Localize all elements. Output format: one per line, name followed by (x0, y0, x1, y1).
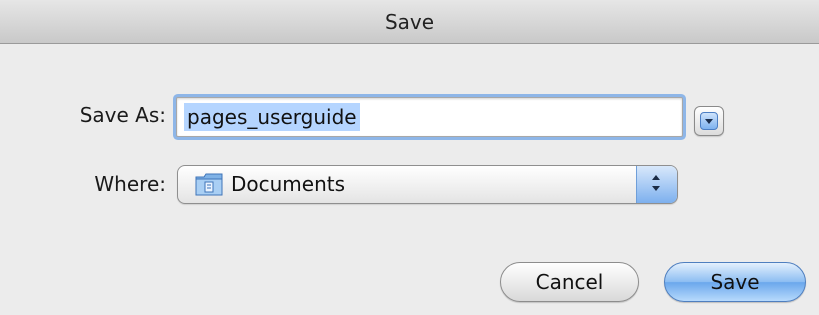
save-as-field[interactable]: pages_userguide (176, 97, 683, 137)
where-value: Documents (231, 172, 346, 196)
where-label: Where: (94, 172, 166, 196)
title-bar: Save (0, 0, 819, 44)
cancel-button[interactable]: Cancel (500, 262, 639, 302)
window-title: Save (384, 10, 435, 34)
up-down-arrows-icon (636, 166, 677, 203)
where-popup[interactable]: Documents (177, 165, 678, 204)
save-as-value[interactable]: pages_userguide (184, 103, 360, 131)
folder-icon (195, 173, 223, 196)
save-dialog: Save Save As: pages_userguide Where: Doc… (0, 0, 819, 315)
save-button[interactable]: Save (664, 262, 806, 302)
chevron-down-icon (700, 112, 718, 130)
expand-dialog-button[interactable] (694, 106, 724, 136)
save-as-label: Save As: (79, 103, 166, 127)
